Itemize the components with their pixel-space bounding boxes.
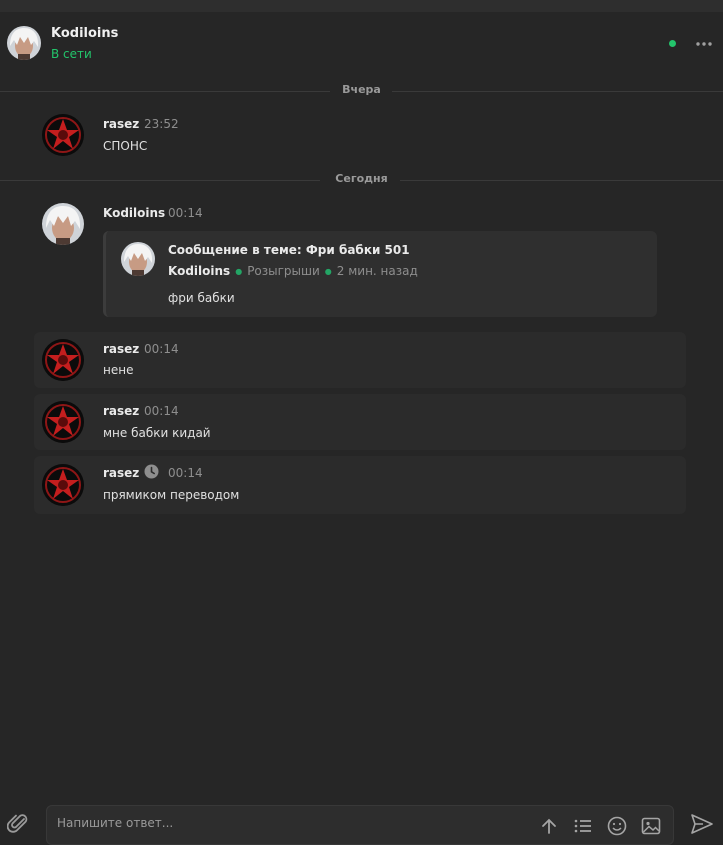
avatar[interactable]	[42, 401, 84, 443]
message-author[interactable]: rasez	[103, 466, 139, 480]
message-item[interactable]: rasez 00:14 прямиком переводом	[34, 456, 686, 514]
date-divider-today: Сегодня	[0, 172, 723, 188]
message-item[interactable]: rasez 00:14 мне бабки кидай	[34, 394, 686, 450]
contact-name[interactable]: Kodiloins	[51, 26, 118, 41]
window-top-strip	[0, 0, 723, 12]
arrow-up-icon[interactable]	[539, 816, 559, 836]
message-item[interactable]: rasez 23:52 СПОНС	[34, 107, 686, 165]
message-text: нене	[103, 363, 134, 377]
message-author[interactable]: rasez	[103, 404, 139, 418]
message-author[interactable]: rasez	[103, 342, 139, 356]
message-time: 00:14	[144, 404, 179, 418]
avatar[interactable]	[121, 242, 155, 276]
smile-icon[interactable]	[607, 816, 627, 836]
date-divider-label: Вчера	[342, 83, 381, 96]
image-icon[interactable]	[641, 816, 661, 836]
message-author[interactable]: Kodiloins	[103, 206, 165, 220]
date-divider-yesterday: Вчера	[0, 83, 723, 99]
avatar[interactable]	[42, 339, 84, 381]
online-status: В сети	[51, 47, 92, 61]
message-time: 00:14	[144, 342, 179, 356]
avatar[interactable]	[42, 203, 84, 245]
message-time: 00:14	[168, 466, 203, 480]
dot-separator: ●	[324, 267, 332, 276]
message-time: 00:14	[168, 206, 203, 220]
avatar[interactable]	[7, 26, 41, 60]
clock-icon	[144, 464, 159, 479]
message-text: прямиком переводом	[103, 488, 240, 502]
quoted-post-author[interactable]: Kodiloins	[168, 264, 230, 278]
date-divider-label: Сегодня	[335, 172, 388, 185]
send-icon[interactable]	[690, 813, 714, 835]
quoted-post-meta: Kodiloins ● Розыгрыши ● 2 мин. назад	[168, 264, 418, 278]
quoted-post-card[interactable]: Сообщение в теме: Фри бабки 501 Kodiloin…	[103, 231, 657, 317]
reply-composer	[46, 805, 674, 845]
avatar[interactable]	[42, 114, 84, 156]
reply-input[interactable]	[57, 816, 517, 830]
chat-header: Kodiloins В сети	[0, 12, 723, 74]
quoted-post-title[interactable]: Сообщение в теме: Фри бабки 501	[168, 243, 410, 257]
quoted-post-category[interactable]: Розыгрыши	[247, 264, 320, 278]
quoted-post-time: 2 мин. назад	[336, 264, 418, 278]
more-horizontal-icon[interactable]	[694, 34, 714, 54]
paperclip-icon[interactable]	[6, 812, 31, 836]
message-text: мне бабки кидай	[103, 426, 211, 440]
message-item[interactable]: rasez 00:14 нене	[34, 332, 686, 388]
message-author[interactable]: rasez	[103, 117, 139, 131]
online-indicator	[669, 40, 676, 47]
dot-separator: ●	[235, 267, 243, 276]
avatar[interactable]	[42, 464, 84, 506]
message-text: СПОНС	[103, 139, 148, 153]
list-icon[interactable]	[573, 816, 593, 836]
message-time: 23:52	[144, 117, 179, 131]
quoted-post-body: фри бабки	[168, 291, 235, 305]
